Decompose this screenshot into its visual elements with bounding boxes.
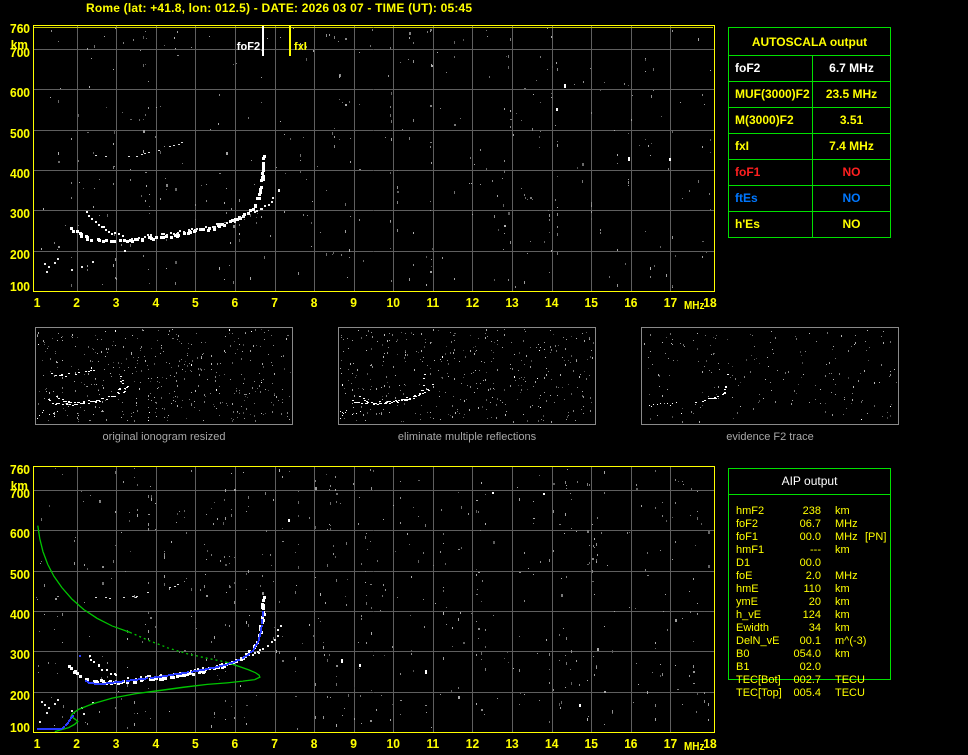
aip-unit: km	[835, 544, 850, 556]
aip-name: B1	[736, 661, 750, 673]
aip-unit: MHz	[835, 518, 858, 530]
autoscala-row-label: foF2	[729, 56, 813, 81]
bottom-profile-plot	[0, 458, 730, 755]
autoscala-row-value: 3.51	[839, 113, 864, 127]
aip-value: ---	[810, 544, 821, 556]
aip-unit: TECU	[835, 674, 865, 686]
aip-row-hmf2: hmF2 238 km	[729, 505, 890, 518]
aip-name: Ewidth	[736, 622, 770, 634]
aip-value: 00.1	[799, 635, 821, 647]
autoscala-row-value: 23.5 MHz	[825, 87, 878, 101]
aip-unit: MHz	[835, 570, 858, 582]
aip-row-b0: B0 054.0 km	[729, 648, 890, 661]
aip-value: 002.7	[793, 674, 821, 686]
aip-row-hve: h_vE 124 km	[729, 609, 890, 622]
aip-unit: MHz	[835, 531, 858, 543]
aip-name: hmF1	[736, 544, 765, 556]
page-title: Rome (lat: +41.8, lon: 012.5) - DATE: 20…	[86, 1, 473, 15]
aip-row-hme: hmE 110 km	[729, 583, 890, 596]
aip-value: 110	[803, 583, 821, 595]
aip-value: 238	[802, 505, 821, 517]
aip-row-fof1: foF1 00.0 MHz [PN]	[729, 531, 890, 544]
aip-name: foE	[736, 570, 753, 582]
autoscala-row-label: fxI	[729, 134, 813, 159]
aip-value: 00.0	[799, 531, 821, 543]
aip-unit: TECU	[835, 687, 865, 699]
autoscala-row-ftes: ftEs NO	[729, 186, 890, 212]
autoscala-row-hes: h'Es NO	[729, 212, 890, 237]
aip-row-b1: B1 02.0	[729, 661, 890, 674]
aip-value: 00.0	[799, 557, 821, 569]
autoscala-screen: Rome (lat: +41.8, lon: 012.5) - DATE: 20…	[0, 0, 968, 755]
thumbnail-caption-evidence: evidence F2 trace	[726, 431, 814, 443]
aip-unit: km	[835, 505, 850, 517]
autoscala-row-label: h'Es	[729, 212, 813, 237]
thumbnail-eliminate-reflections	[338, 327, 596, 425]
autoscala-row-label: ftEs	[729, 186, 813, 211]
autoscala-row-label: foF1	[729, 160, 813, 185]
aip-row-foe: foE 2.0 MHz	[729, 570, 890, 583]
aip-value: 2.0	[805, 570, 821, 582]
autoscala-row-label: M(3000)F2	[729, 108, 813, 133]
aip-row-tectop: TEC[Top] 005.4 TECU	[729, 687, 890, 700]
aip-value: 06.7	[799, 518, 821, 530]
aip-output-table: AIP output hmF2 238 km foF2 06.7 MHz foF1 00.0 M…	[728, 468, 891, 699]
aip-title-separator	[729, 494, 890, 495]
aip-row-delnve: DelN_vE 00.1 m^(-3)	[729, 635, 890, 648]
thumbnail-original-ionogram	[35, 327, 293, 425]
autoscala-row-value: NO	[842, 165, 861, 179]
aip-row-yme: ymE 20 km	[729, 596, 890, 609]
aip-row-tecbot: TEC[Bot] 002.7 TECU	[729, 674, 890, 687]
autoscala-table-title: AUTOSCALA output	[729, 28, 890, 56]
autoscala-table-rows: foF2 6.7 MHz MUF(3000)F2 23.5 MHz M(3000)F2 3…	[729, 56, 890, 237]
aip-unit: km	[835, 596, 850, 608]
autoscala-row-muf3000f2: MUF(3000)F2 23.5 MHz	[729, 82, 890, 108]
aip-name: hmE	[736, 583, 759, 595]
autoscala-row-value: NO	[842, 191, 861, 205]
aip-value: 34	[808, 622, 821, 634]
aip-value: 20	[808, 596, 821, 608]
aip-extra: [PN]	[865, 531, 887, 543]
aip-name: ymE	[736, 596, 758, 608]
autoscala-row-m3000f2: M(3000)F2 3.51	[729, 108, 890, 134]
aip-name: hmF2	[736, 505, 765, 517]
aip-value: 054.0	[793, 648, 821, 660]
aip-row-ewidth: Ewidth 34 km	[729, 622, 890, 635]
aip-unit: km	[835, 583, 850, 595]
aip-unit: km	[835, 622, 850, 634]
aip-row-hmf1: hmF1 --- km	[729, 544, 890, 557]
top-ionogram-plot	[0, 17, 730, 317]
aip-name: foF2	[736, 518, 759, 530]
aip-value: 005.4	[793, 687, 821, 699]
aip-unit: km	[835, 609, 850, 621]
aip-unit: m^(-3)	[835, 635, 867, 647]
autoscala-row-label: MUF(3000)F2	[729, 82, 813, 107]
aip-name: D1	[736, 557, 751, 569]
autoscala-output-table: AUTOSCALA output foF2 6.7 MHz MUF(3000)F2 2…	[728, 27, 891, 238]
autoscala-row-value: NO	[842, 217, 861, 231]
aip-row-fof2: foF2 06.7 MHz	[729, 518, 890, 531]
autoscala-row-value: 7.4 MHz	[829, 139, 874, 153]
autoscala-row-value: 6.7 MHz	[829, 61, 874, 75]
aip-value: 02.0	[799, 661, 821, 673]
autoscala-row-fof1: foF1 NO	[729, 160, 890, 186]
aip-name: foF1	[736, 531, 759, 543]
aip-name: h_vE	[736, 609, 762, 621]
aip-unit: km	[835, 648, 850, 660]
aip-name: B0	[736, 648, 750, 660]
thumbnail-evidence-f2-trace	[641, 327, 899, 425]
thumbnail-caption-eliminate: eliminate multiple reflections	[397, 431, 537, 443]
aip-table-title: AIP output	[781, 474, 838, 488]
aip-value: 124	[802, 609, 821, 621]
autoscala-row-fxi: fxI 7.4 MHz	[729, 134, 890, 160]
thumbnail-caption-original: original ionogram resized	[102, 431, 226, 443]
autoscala-row-fof2: foF2 6.7 MHz	[729, 56, 890, 82]
aip-row-d1: D1 00.0	[729, 557, 890, 570]
